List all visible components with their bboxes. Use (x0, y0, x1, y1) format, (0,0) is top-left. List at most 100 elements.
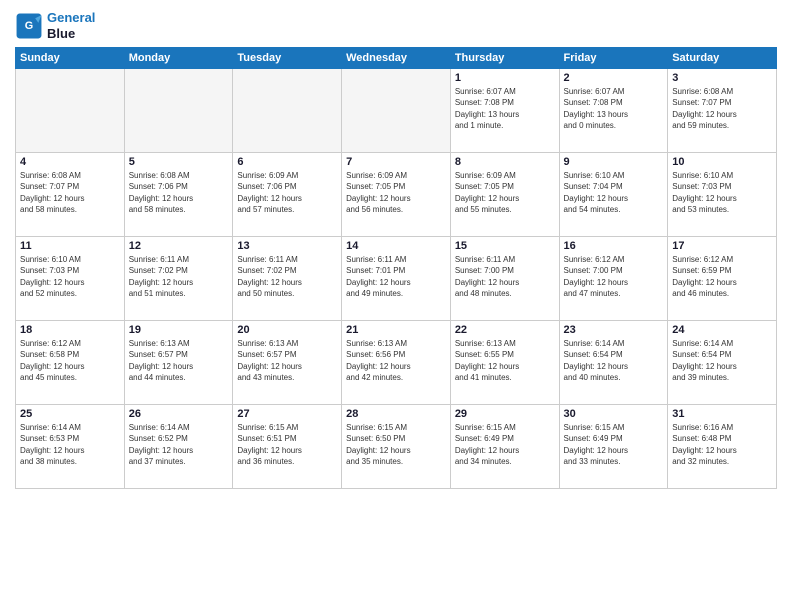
day-cell (233, 69, 342, 153)
day-info: Sunrise: 6:13 AM Sunset: 6:57 PM Dayligh… (129, 338, 229, 383)
logo-text: General Blue (47, 10, 95, 41)
day-number: 16 (564, 240, 664, 252)
day-number: 13 (237, 240, 337, 252)
day-number: 28 (346, 408, 446, 420)
day-info: Sunrise: 6:12 AM Sunset: 6:59 PM Dayligh… (672, 254, 772, 299)
day-cell: 29 Sunrise: 6:15 AM Sunset: 6:49 PM Dayli… (450, 405, 559, 489)
day-info: Sunrise: 6:13 AM Sunset: 6:56 PM Dayligh… (346, 338, 446, 383)
day-cell: 3 Sunrise: 6:08 AM Sunset: 7:07 PM Daylig… (668, 69, 777, 153)
header-row: SundayMondayTuesdayWednesdayThursdayFrid… (16, 48, 777, 69)
day-number: 9 (564, 156, 664, 168)
day-cell: 30Sunrise: 6:15 AM Sunset: 6:49 PM Dayli… (559, 405, 668, 489)
day-info: Sunrise: 6:11 AM Sunset: 7:01 PM Dayligh… (346, 254, 446, 299)
day-info: Sunrise: 6:12 AM Sunset: 7:00 PM Dayligh… (564, 254, 664, 299)
day-info: Sunrise: 6:11 AM Sunset: 7:00 PM Dayligh… (455, 254, 555, 299)
logo: G General Blue (15, 10, 95, 41)
day-cell: 14 Sunrise: 6:11 AM Sunset: 7:01 PM Dayli… (342, 237, 451, 321)
day-info: Sunrise: 6:08 AM Sunset: 7:07 PM Dayligh… (672, 86, 772, 131)
day-info: Sunrise: 6:09 AM Sunset: 7:05 PM Dayligh… (455, 170, 555, 215)
day-number: 27 (237, 408, 337, 420)
week-row-3: 11 Sunrise: 6:10 AM Sunset: 7:03 PM Dayli… (16, 237, 777, 321)
day-cell: 9 Sunrise: 6:10 AM Sunset: 7:04 PM Daylig… (559, 153, 668, 237)
day-cell: 27 Sunrise: 6:15 AM Sunset: 6:51 PM Dayli… (233, 405, 342, 489)
day-number: 15 (455, 240, 555, 252)
header-cell-friday: Friday (559, 48, 668, 69)
day-cell (124, 69, 233, 153)
day-number: 6 (237, 156, 337, 168)
day-info: Sunrise: 6:15 AM Sunset: 6:50 PM Dayligh… (346, 422, 446, 467)
day-number: 21 (346, 324, 446, 336)
day-cell: 25Sunrise: 6:14 AM Sunset: 6:53 PM Dayli… (16, 405, 125, 489)
day-number: 3 (672, 72, 772, 84)
day-number: 29 (455, 408, 555, 420)
day-cell: 31Sunrise: 6:16 AM Sunset: 6:48 PM Dayli… (668, 405, 777, 489)
day-info: Sunrise: 6:10 AM Sunset: 7:04 PM Dayligh… (564, 170, 664, 215)
day-number: 20 (237, 324, 337, 336)
day-info: Sunrise: 6:09 AM Sunset: 7:06 PM Dayligh… (237, 170, 337, 215)
day-cell: 7 Sunrise: 6:09 AM Sunset: 7:05 PM Daylig… (342, 153, 451, 237)
logo-icon: G (15, 12, 43, 40)
day-info: Sunrise: 6:07 AM Sunset: 7:08 PM Dayligh… (455, 86, 555, 131)
day-number: 11 (20, 240, 120, 252)
day-info: Sunrise: 6:13 AM Sunset: 6:55 PM Dayligh… (455, 338, 555, 383)
day-cell: 18Sunrise: 6:12 AM Sunset: 6:58 PM Dayli… (16, 321, 125, 405)
header-cell-saturday: Saturday (668, 48, 777, 69)
day-cell: 1 Sunrise: 6:07 AM Sunset: 7:08 PM Daylig… (450, 69, 559, 153)
day-info: Sunrise: 6:15 AM Sunset: 6:49 PM Dayligh… (455, 422, 555, 467)
calendar-table: SundayMondayTuesdayWednesdayThursdayFrid… (15, 47, 777, 489)
day-number: 24 (672, 324, 772, 336)
day-number: 8 (455, 156, 555, 168)
day-info: Sunrise: 6:12 AM Sunset: 6:58 PM Dayligh… (20, 338, 120, 383)
day-number: 14 (346, 240, 446, 252)
week-row-1: 1 Sunrise: 6:07 AM Sunset: 7:08 PM Daylig… (16, 69, 777, 153)
day-info: Sunrise: 6:14 AM Sunset: 6:52 PM Dayligh… (129, 422, 229, 467)
day-info: Sunrise: 6:09 AM Sunset: 7:05 PM Dayligh… (346, 170, 446, 215)
day-number: 7 (346, 156, 446, 168)
day-cell: 19Sunrise: 6:13 AM Sunset: 6:57 PM Dayli… (124, 321, 233, 405)
day-cell: 11 Sunrise: 6:10 AM Sunset: 7:03 PM Dayli… (16, 237, 125, 321)
day-number: 2 (564, 72, 664, 84)
day-cell: 15 Sunrise: 6:11 AM Sunset: 7:00 PM Dayli… (450, 237, 559, 321)
day-info: Sunrise: 6:14 AM Sunset: 6:54 PM Dayligh… (564, 338, 664, 383)
day-number: 26 (129, 408, 229, 420)
day-info: Sunrise: 6:11 AM Sunset: 7:02 PM Dayligh… (129, 254, 229, 299)
header-cell-wednesday: Wednesday (342, 48, 451, 69)
day-number: 12 (129, 240, 229, 252)
day-cell: 10 Sunrise: 6:10 AM Sunset: 7:03 PM Dayli… (668, 153, 777, 237)
day-number: 22 (455, 324, 555, 336)
day-cell: 2Sunrise: 6:07 AM Sunset: 7:08 PM Daylig… (559, 69, 668, 153)
day-info: Sunrise: 6:10 AM Sunset: 7:03 PM Dayligh… (672, 170, 772, 215)
svg-text:G: G (25, 20, 33, 32)
day-cell: 28 Sunrise: 6:15 AM Sunset: 6:50 PM Dayli… (342, 405, 451, 489)
day-info: Sunrise: 6:08 AM Sunset: 7:06 PM Dayligh… (129, 170, 229, 215)
day-cell: 21 Sunrise: 6:13 AM Sunset: 6:56 PM Dayli… (342, 321, 451, 405)
day-info: Sunrise: 6:13 AM Sunset: 6:57 PM Dayligh… (237, 338, 337, 383)
day-number: 25 (20, 408, 120, 420)
day-info: Sunrise: 6:10 AM Sunset: 7:03 PM Dayligh… (20, 254, 120, 299)
day-number: 23 (564, 324, 664, 336)
day-info: Sunrise: 6:14 AM Sunset: 6:54 PM Dayligh… (672, 338, 772, 383)
day-cell: 13 Sunrise: 6:11 AM Sunset: 7:02 PM Dayli… (233, 237, 342, 321)
day-cell: 12 Sunrise: 6:11 AM Sunset: 7:02 PM Dayli… (124, 237, 233, 321)
day-number: 31 (672, 408, 772, 420)
day-cell: 22 Sunrise: 6:13 AM Sunset: 6:55 PM Dayli… (450, 321, 559, 405)
day-cell (342, 69, 451, 153)
day-cell: 17Sunrise: 6:12 AM Sunset: 6:59 PM Dayli… (668, 237, 777, 321)
header: G General Blue (15, 10, 777, 41)
day-cell: 24 Sunrise: 6:14 AM Sunset: 6:54 PM Dayli… (668, 321, 777, 405)
day-number: 10 (672, 156, 772, 168)
day-info: Sunrise: 6:15 AM Sunset: 6:49 PM Dayligh… (564, 422, 664, 467)
week-row-2: 4Sunrise: 6:08 AM Sunset: 7:07 PM Daylig… (16, 153, 777, 237)
day-cell: 23 Sunrise: 6:14 AM Sunset: 6:54 PM Dayli… (559, 321, 668, 405)
day-number: 1 (455, 72, 555, 84)
day-cell: 4Sunrise: 6:08 AM Sunset: 7:07 PM Daylig… (16, 153, 125, 237)
page: G General Blue SundayMondayTuesdayWednes… (0, 0, 792, 612)
day-info: Sunrise: 6:11 AM Sunset: 7:02 PM Dayligh… (237, 254, 337, 299)
day-cell: 6 Sunrise: 6:09 AM Sunset: 7:06 PM Daylig… (233, 153, 342, 237)
day-cell: 20 Sunrise: 6:13 AM Sunset: 6:57 PM Dayli… (233, 321, 342, 405)
week-row-5: 25Sunrise: 6:14 AM Sunset: 6:53 PM Dayli… (16, 405, 777, 489)
header-cell-tuesday: Tuesday (233, 48, 342, 69)
header-cell-monday: Monday (124, 48, 233, 69)
header-cell-sunday: Sunday (16, 48, 125, 69)
day-info: Sunrise: 6:15 AM Sunset: 6:51 PM Dayligh… (237, 422, 337, 467)
